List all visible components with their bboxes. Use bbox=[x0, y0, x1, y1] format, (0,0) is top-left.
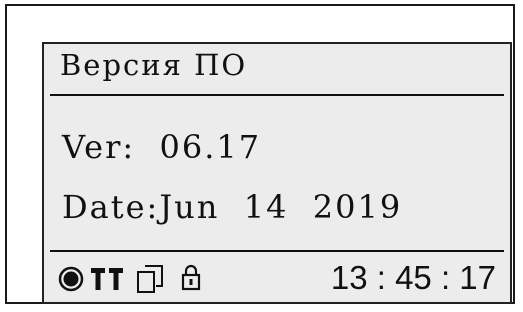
title-divider bbox=[50, 94, 504, 96]
version-row: Ver: 06.17 bbox=[62, 128, 261, 166]
sim-card-icon bbox=[137, 265, 163, 293]
date-row: Date:Jun 14 2019 bbox=[62, 188, 402, 226]
screen-title: Версия ПО bbox=[60, 48, 248, 82]
device-frame: Версия ПО Ver: 06.17 Date:Jun 14 2019 13… bbox=[5, 4, 515, 304]
date-value: Jun 14 2019 bbox=[159, 188, 403, 226]
lock-icon bbox=[181, 264, 201, 291]
status-bar: 13 : 45 : 17 bbox=[58, 259, 498, 296]
date-label: Date: bbox=[62, 188, 160, 226]
signal-icon bbox=[91, 268, 123, 290]
record-dot-icon bbox=[58, 266, 84, 292]
status-clock: 13 : 45 : 17 bbox=[330, 259, 496, 296]
lcd-screen: Версия ПО Ver: 06.17 Date:Jun 14 2019 13… bbox=[42, 42, 512, 304]
version-value: 06.17 bbox=[159, 128, 262, 166]
version-label: Ver: bbox=[62, 128, 136, 166]
status-divider bbox=[50, 250, 504, 252]
